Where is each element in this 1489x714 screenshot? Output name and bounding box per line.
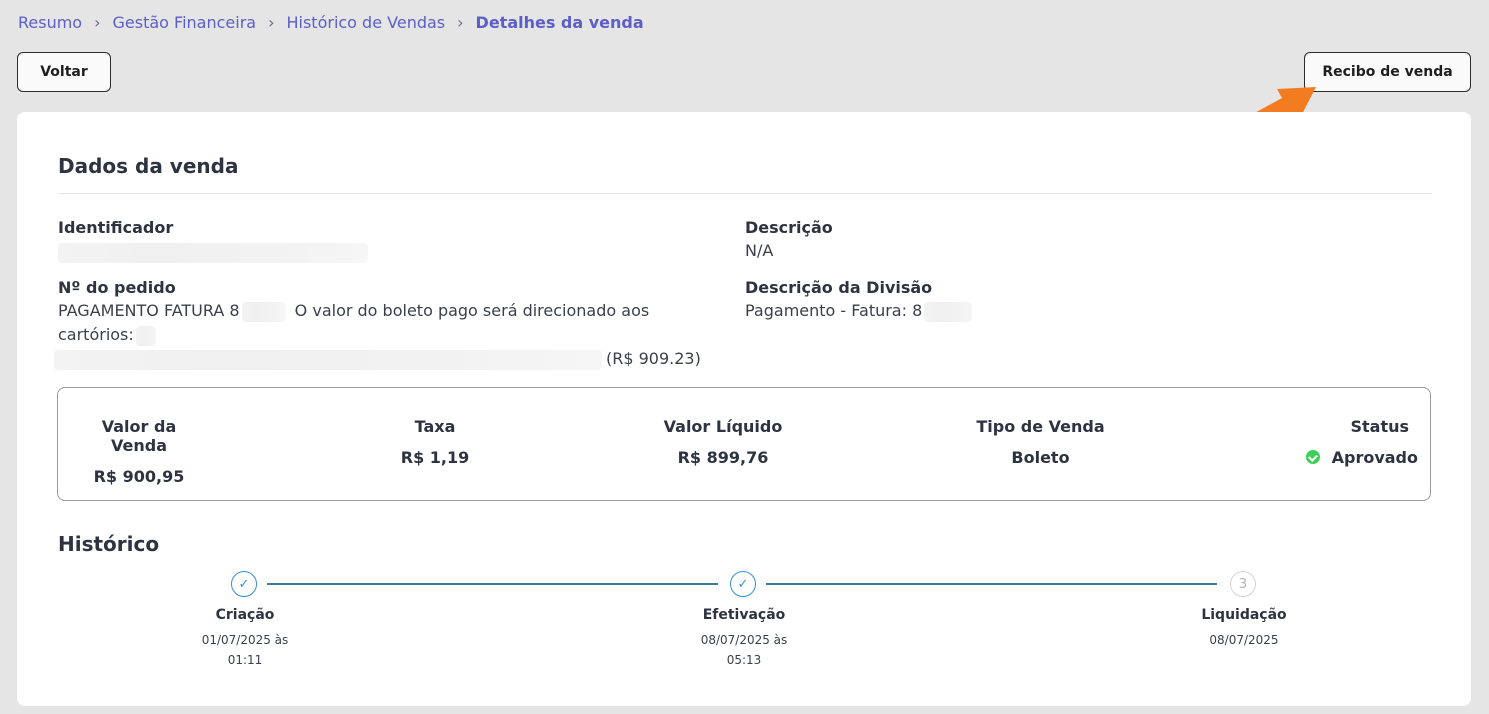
fee-label: Taxa — [414, 417, 456, 436]
step-3-date: 08/07/2025 — [1154, 630, 1334, 650]
step-1-label: Criação — [215, 607, 275, 623]
step-2-date-line: 08/07/2025 às — [700, 633, 788, 647]
status-badge: Aprovado — [1288, 448, 1418, 467]
identifier-value — [58, 240, 368, 264]
breadcrumb-resumo[interactable]: Resumo — [18, 13, 82, 32]
breadcrumb-separator: › — [457, 13, 464, 32]
step-1-check-icon: ✓ — [231, 571, 257, 597]
back-button[interactable]: Voltar — [17, 52, 111, 92]
step-connector — [267, 583, 718, 585]
order-line-1: PAGAMENTO FATURA 8 O valor do boleto pag… — [58, 299, 718, 347]
step-connector — [766, 583, 1217, 585]
step-3-label: Liquidação — [1201, 607, 1287, 623]
identifier-label: Identificador — [58, 218, 174, 237]
step-3-date-line: 08/07/2025 — [1209, 633, 1279, 647]
redacted-order-number — [241, 301, 286, 322]
sale-value: R$ 900,95 — [93, 467, 185, 486]
net-value: R$ 899,76 — [677, 448, 769, 467]
status-value: Aprovado — [1331, 448, 1418, 467]
breadcrumb-separator: › — [94, 13, 101, 32]
description-value: N/A — [745, 241, 774, 260]
breadcrumb-separator: › — [268, 13, 275, 32]
breadcrumb: Resumo › Gestão Financeira › Histórico d… — [18, 13, 644, 32]
division-description-label: Descrição da Divisão — [745, 278, 933, 297]
status-approved-icon — [1305, 450, 1320, 464]
step-1-time: 01:11 — [227, 653, 263, 667]
section-title-sale-data: Dados da venda — [58, 154, 239, 178]
step-2-label: Efetivação — [702, 607, 786, 623]
step-1-date: 01/07/2025 às 01:11 — [155, 630, 335, 670]
breadcrumb-gestao-financeira[interactable]: Gestão Financeira — [113, 13, 257, 32]
fee-value: R$ 1,19 — [400, 448, 470, 467]
description-label: Descrição — [745, 218, 833, 237]
sale-details-card: Dados da venda Identificador Nº do pedid… — [17, 112, 1471, 706]
breadcrumb-current: Detalhes da venda — [475, 13, 644, 32]
redacted-text — [135, 325, 156, 346]
sale-summary-box: Valor da Venda R$ 900,95 Taxa R$ 1,19 Va… — [57, 387, 1431, 501]
order-line-2: (R$ 909.23) — [54, 347, 718, 371]
redacted-notary-list — [54, 349, 602, 370]
divider — [58, 193, 1432, 194]
sale-type-label: Tipo de Venda — [976, 417, 1105, 436]
step-3-number: 3 — [1230, 571, 1256, 597]
step-2-date: 08/07/2025 às 05:13 — [654, 630, 834, 670]
step-2-check-icon: ✓ — [730, 571, 756, 597]
breadcrumb-historico-vendas[interactable]: Histórico de Vendas — [286, 13, 445, 32]
net-value-label: Valor Líquido — [663, 417, 783, 436]
order-number-value: PAGAMENTO FATURA 8 O valor do boleto pag… — [54, 299, 718, 371]
summary-fee: Taxa R$ 1,19 — [385, 417, 485, 467]
order-number-label: Nº do pedido — [58, 278, 176, 297]
redacted-invoice-number — [924, 301, 973, 322]
step-2-time: 05:13 — [726, 653, 762, 667]
sale-type-value: Boleto — [1011, 448, 1070, 467]
order-value-start: PAGAMENTO FATURA 8 — [58, 301, 240, 320]
sales-receipt-button[interactable]: Recibo de venda — [1304, 52, 1471, 92]
division-value-text: Pagamento - Fatura: 8 — [745, 301, 923, 320]
step-1-date-line: 01/07/2025 às — [201, 633, 289, 647]
summary-net-value: Valor Líquido R$ 899,76 — [658, 417, 788, 467]
summary-sale-value: Valor da Venda R$ 900,95 — [78, 417, 200, 486]
order-value-end: (R$ 909.23) — [606, 349, 701, 368]
redacted-identifier — [58, 242, 368, 263]
history-title: Histórico — [58, 532, 160, 556]
summary-sale-type: Tipo de Venda Boleto — [968, 417, 1113, 467]
division-description-value: Pagamento - Fatura: 8 — [745, 299, 973, 323]
sale-value-label: Valor da Venda — [101, 417, 177, 455]
status-label: Status — [1350, 417, 1409, 436]
summary-status: Status Aprovado — [1288, 417, 1418, 467]
